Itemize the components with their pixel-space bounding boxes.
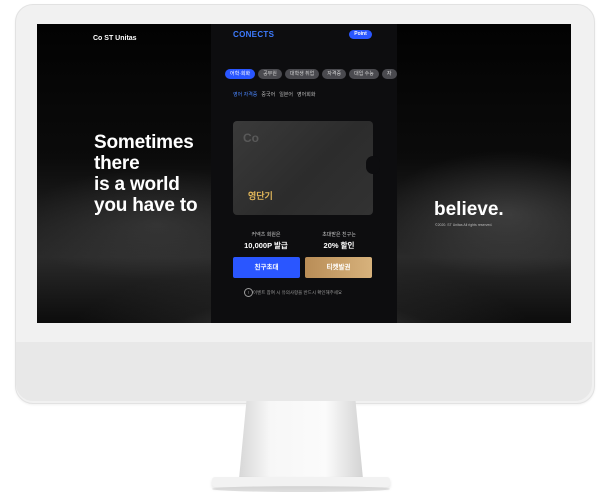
headline-line: Sometimes	[94, 132, 194, 153]
info-icon: !	[244, 288, 253, 297]
subcategory-tabs: 영어 자격증 중국어 일본어 영어회화	[233, 91, 315, 98]
tab-certificate[interactable]: 자격증	[322, 69, 347, 79]
app-panel: CONECTS Point 어학·회화 공무원 대학생 취업 자격증 대입 수능…	[211, 24, 397, 323]
tab-language[interactable]: 어학·회화	[225, 69, 256, 79]
event-notice: ! 이벤트 참여 시 유의사항을 반드시 확인해주세요	[244, 288, 343, 297]
stat-value: 20% 할인	[323, 241, 355, 250]
stat-label: 커넥츠 회원은	[251, 232, 281, 238]
card-notch	[366, 156, 380, 174]
headline-end: believe.	[434, 199, 504, 220]
subtab-english-conversation[interactable]: 영어회화	[297, 91, 315, 98]
headline-line: there	[94, 153, 140, 174]
monitor-chin	[16, 342, 592, 401]
monitor-stand-neck	[239, 401, 363, 479]
monitor-screen: Co ST Unitas Sometimes there is a world …	[37, 24, 571, 323]
ticket-card[interactable]: Co 영단기	[233, 121, 373, 215]
tab-job[interactable]: 대학생 취업	[284, 69, 320, 79]
tab-civil-service[interactable]: 공무원	[258, 69, 282, 79]
subtab-english-cert[interactable]: 영어 자격증	[233, 91, 257, 98]
card-label: 영단기	[248, 191, 273, 201]
stat-label: 초대받은 친구는	[322, 232, 356, 238]
subtab-chinese[interactable]: 중국어	[261, 91, 275, 98]
notice-text: 이벤트 참여 시 유의사항을 반드시 확인해주세요	[253, 290, 343, 295]
tab-college-entrance[interactable]: 대입 수능	[349, 69, 379, 79]
headline-line: you have to	[94, 195, 198, 216]
conects-mark-icon: Co	[243, 131, 259, 145]
tab-more[interactable]: 자	[381, 69, 397, 79]
subtab-japanese[interactable]: 일본어	[279, 91, 293, 98]
headline: Sometimes there is a world you have to	[94, 132, 198, 216]
stat-value: 10,000P 발급	[244, 241, 288, 250]
point-badge[interactable]: Point	[349, 30, 372, 39]
conects-logo[interactable]: CONECTS	[233, 30, 274, 39]
copyright: ©2020. ST Unitas All rights reserved.	[435, 223, 493, 227]
category-tabs: 어학·회화 공무원 대학생 취업 자격증 대입 수능 자	[225, 69, 397, 79]
issue-ticket-button[interactable]: 티켓발권	[305, 257, 372, 278]
stand-shadow	[212, 486, 390, 492]
headline-line: is a world	[94, 174, 180, 195]
invite-friend-button[interactable]: 친구초대	[233, 257, 300, 278]
st-unitas-logo[interactable]: Co ST Unitas	[93, 35, 137, 42]
